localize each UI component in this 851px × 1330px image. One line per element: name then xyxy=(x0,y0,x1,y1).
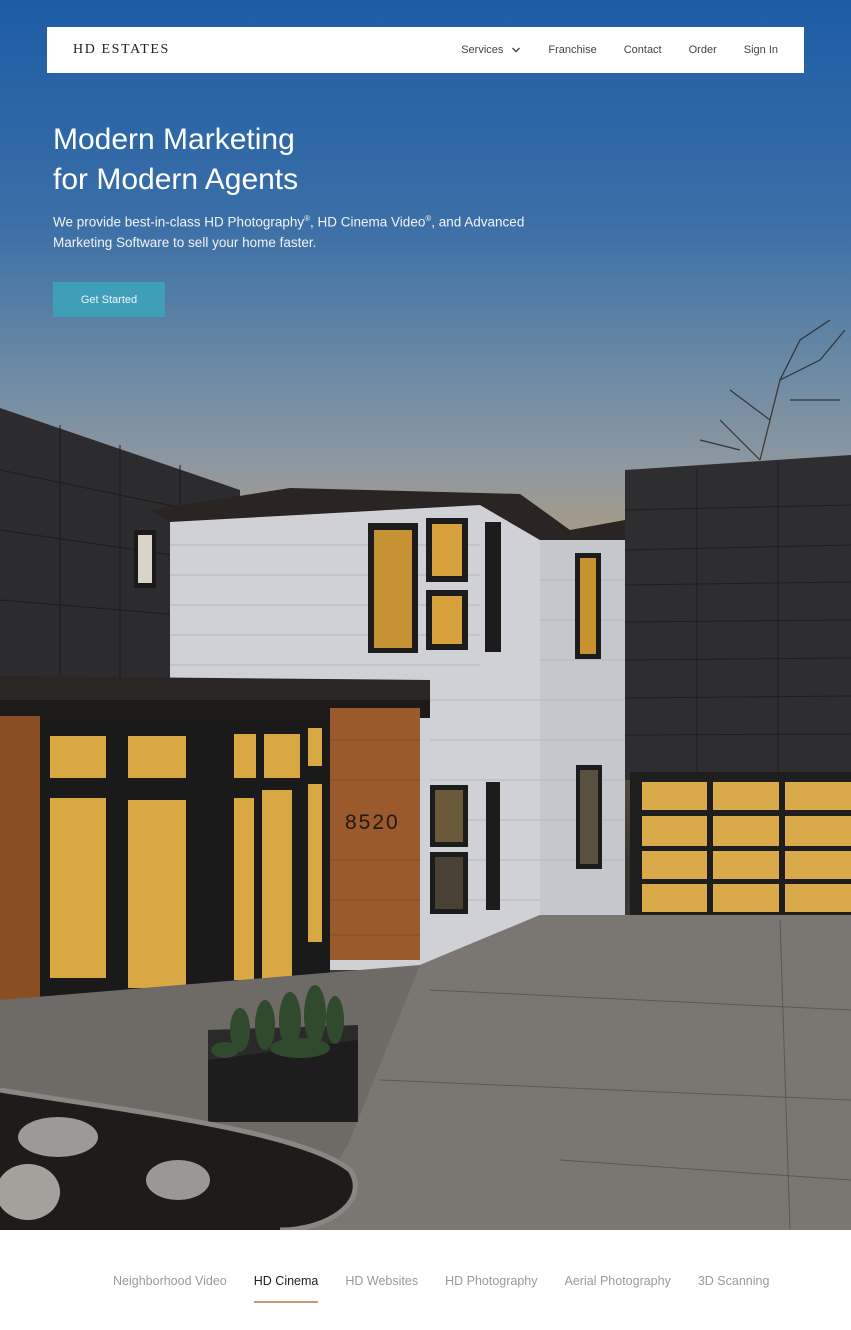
nav-item-order[interactable]: Order xyxy=(689,44,717,56)
tab-aerial-photography[interactable]: Aerial Photography xyxy=(565,1274,671,1288)
tab-hd-photography[interactable]: HD Photography xyxy=(445,1274,537,1288)
brand-logo[interactable]: HD ESTATES xyxy=(73,42,170,58)
nav-item-label: Services xyxy=(461,44,504,56)
house-number: 8520 xyxy=(345,811,400,834)
hero-title-line1: Modern Marketing xyxy=(53,123,295,156)
nav-item-sign-in[interactable]: Sign In xyxy=(744,44,778,56)
services-tab-bar: Neighborhood Video HD Cinema HD Websites… xyxy=(113,1274,770,1303)
hero-sub-part1: We provide best-in-class HD Photography xyxy=(53,214,305,230)
hero-subtitle: We provide best-in-class HD Photography®… xyxy=(53,209,533,253)
top-navbar: HD ESTATES Services Franchise Contact Or… xyxy=(47,27,804,73)
nav-item-contact[interactable]: Contact xyxy=(624,44,662,56)
tab-hd-cinema[interactable]: HD Cinema xyxy=(253,1274,318,1303)
hero-title: Modern Marketing for Modern Agents xyxy=(53,120,473,200)
tab-hd-websites[interactable]: HD Websites xyxy=(345,1274,418,1288)
tab-neighborhood-video[interactable]: Neighborhood Video xyxy=(113,1274,227,1288)
nav-item-services[interactable]: Services xyxy=(461,44,521,56)
hero-sub-part2: , HD Cinema Video xyxy=(310,214,426,230)
tab-3d-scanning[interactable]: 3D Scanning xyxy=(698,1274,770,1288)
hero-title-line2: for Modern Agents xyxy=(53,163,299,196)
get-started-button[interactable]: Get Started xyxy=(53,282,165,317)
chevron-down-icon xyxy=(512,47,521,53)
nav-item-franchise[interactable]: Franchise xyxy=(548,44,596,56)
nav-links: Services Franchise Contact Order Sign In xyxy=(461,44,778,56)
